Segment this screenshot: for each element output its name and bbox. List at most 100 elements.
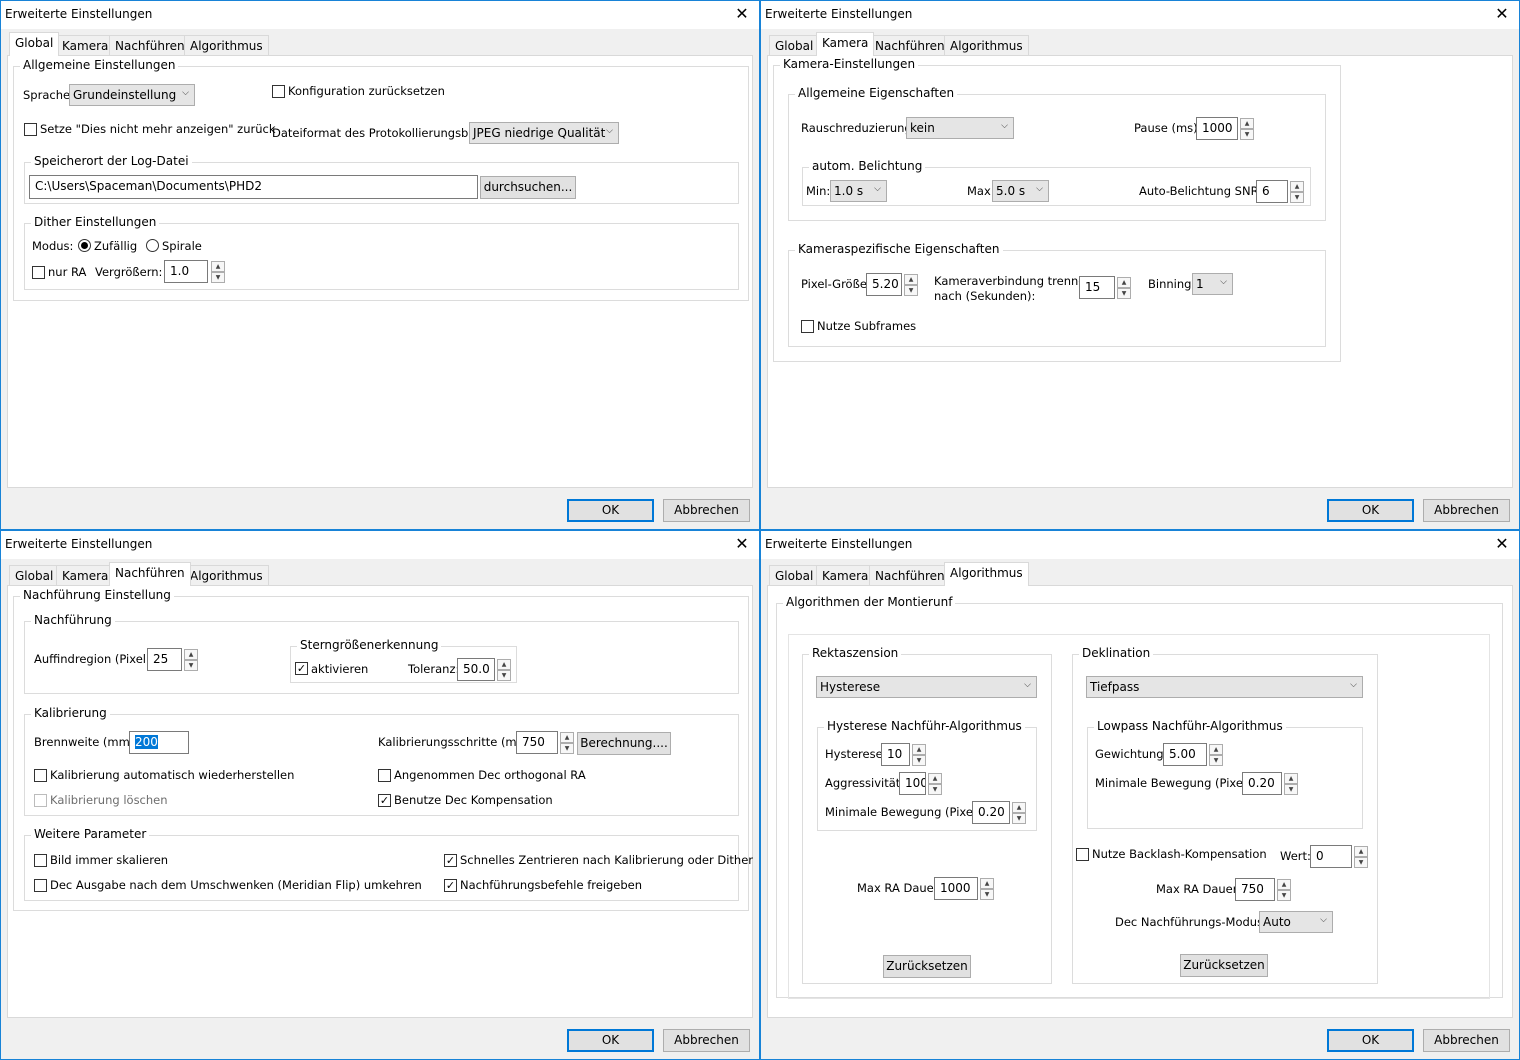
tab-camera[interactable]: Kamera	[56, 565, 115, 585]
weight-input[interactable]: 5.00	[1163, 743, 1207, 766]
spin-down-icon[interactable]: ▼	[1012, 813, 1026, 824]
cancel-button[interactable]: Abbrechen	[663, 1029, 750, 1052]
tab-algorithm[interactable]: Algorithmus	[944, 35, 1029, 55]
noise-select[interactable]: kein ⌵	[906, 117, 1014, 139]
snr-input[interactable]: 6	[1256, 180, 1288, 203]
tab-global[interactable]: Global	[9, 32, 60, 56]
backlash-value-input[interactable]: 0	[1310, 845, 1352, 868]
tab-global[interactable]: Global	[769, 35, 820, 55]
spin-down-icon[interactable]: ▼	[928, 784, 942, 795]
reset-config-checkbox[interactable]	[272, 85, 285, 98]
reset-dontshow-checkbox[interactable]	[24, 123, 37, 136]
close-icon[interactable]: ✕	[1491, 4, 1513, 24]
ra-minmove-input[interactable]: 0.20	[972, 801, 1010, 824]
spin-up-icon[interactable]: ▲	[184, 649, 198, 660]
assume-ortho-checkbox[interactable]	[378, 769, 391, 782]
language-select[interactable]: Grundeinstellung ⌵	[69, 84, 195, 106]
log-path-input[interactable]: C:\Users\Spaceman\Documents\PHD2	[29, 175, 478, 199]
min-select[interactable]: 1.0 s ⌵	[830, 180, 887, 202]
spin-down-icon[interactable]: ▼	[1240, 129, 1254, 140]
star-mass-enable-checkbox[interactable]: ✓	[295, 662, 308, 675]
spin-down-icon[interactable]: ▼	[1209, 755, 1223, 766]
calib-step-spinner[interactable]: ▲ ▼	[560, 732, 574, 754]
tab-guiding[interactable]: Nachführen	[869, 35, 951, 55]
snr-spinner[interactable]: ▲ ▼	[1290, 181, 1304, 203]
focal-length-input[interactable]: 200	[129, 731, 189, 754]
spin-up-icon[interactable]: ▲	[928, 773, 942, 784]
spin-up-icon[interactable]: ▲	[1209, 744, 1223, 755]
search-region-spinner[interactable]: ▲ ▼	[184, 649, 198, 671]
disconnect-input[interactable]: 15	[1079, 276, 1115, 299]
spin-up-icon[interactable]: ▲	[1284, 773, 1298, 784]
spin-down-icon[interactable]: ▼	[1354, 857, 1368, 868]
binning-select[interactable]: 1 ⌵	[1192, 273, 1233, 295]
ra-minmove-spinner[interactable]: ▲ ▼	[1012, 802, 1026, 824]
aggressiveness-input[interactable]: 100	[899, 772, 926, 795]
tab-camera[interactable]: Kamera	[56, 35, 115, 55]
cancel-button[interactable]: Abbrechen	[1423, 1029, 1510, 1052]
ra-algorithm-select[interactable]: Hysterese ⌵	[816, 676, 1037, 698]
spin-down-icon[interactable]: ▼	[1117, 288, 1131, 299]
spin-down-icon[interactable]: ▼	[904, 285, 918, 296]
spin-up-icon[interactable]: ▲	[904, 274, 918, 285]
tab-camera[interactable]: Kamera	[816, 565, 875, 585]
mode-random-radio[interactable]	[78, 239, 91, 252]
spin-down-icon[interactable]: ▼	[980, 889, 994, 900]
spin-down-icon[interactable]: ▼	[211, 272, 225, 283]
spin-down-icon[interactable]: ▼	[912, 755, 926, 766]
spin-up-icon[interactable]: ▲	[1012, 802, 1026, 813]
scale-spinner[interactable]: ▲ ▼	[211, 261, 225, 283]
dec-minmove-input[interactable]: 0.20	[1242, 772, 1282, 795]
spin-up-icon[interactable]: ▲	[1277, 879, 1291, 890]
backlash-checkbox[interactable]	[1076, 848, 1089, 861]
tab-global[interactable]: Global	[9, 565, 60, 585]
ok-button[interactable]: OK	[567, 499, 654, 522]
spin-up-icon[interactable]: ▲	[1290, 181, 1304, 192]
ok-button[interactable]: OK	[1327, 1029, 1414, 1052]
enable-commands-checkbox[interactable]: ✓	[444, 879, 457, 892]
auto-restore-checkbox[interactable]	[34, 769, 47, 782]
tab-guiding[interactable]: Nachführen	[109, 35, 191, 55]
spin-up-icon[interactable]: ▲	[980, 878, 994, 889]
ok-button[interactable]: OK	[567, 1029, 654, 1052]
close-icon[interactable]: ✕	[731, 534, 753, 554]
spin-down-icon[interactable]: ▼	[1284, 784, 1298, 795]
spin-up-icon[interactable]: ▲	[211, 261, 225, 272]
spin-up-icon[interactable]: ▲	[497, 659, 511, 670]
close-icon[interactable]: ✕	[731, 4, 753, 24]
spin-down-icon[interactable]: ▼	[184, 660, 198, 671]
browse-button[interactable]: durchsuchen...	[480, 176, 576, 199]
hysteresis-spinner[interactable]: ▲ ▼	[912, 744, 926, 766]
aggressiveness-spinner[interactable]: ▲ ▼	[928, 773, 942, 795]
spin-up-icon[interactable]: ▲	[1354, 846, 1368, 857]
calculate-button[interactable]: Berechnung....	[577, 732, 671, 755]
reverse-dec-checkbox[interactable]	[34, 879, 47, 892]
spin-up-icon[interactable]: ▲	[1240, 118, 1254, 129]
hysteresis-input[interactable]: 10	[881, 743, 910, 766]
dec-comp-checkbox[interactable]: ✓	[378, 794, 391, 807]
tab-algorithm[interactable]: Algorithmus	[944, 562, 1029, 586]
ra-only-checkbox[interactable]	[32, 266, 45, 279]
weight-spinner[interactable]: ▲ ▼	[1209, 744, 1223, 766]
disconnect-spinner[interactable]: ▲ ▼	[1117, 277, 1131, 299]
ra-max-duration-spinner[interactable]: ▲ ▼	[980, 878, 994, 900]
logimage-select[interactable]: JPEG niedrige Qualität ⌵	[469, 122, 619, 144]
backlash-value-spinner[interactable]: ▲ ▼	[1354, 846, 1368, 868]
tab-guiding[interactable]: Nachführen	[869, 565, 951, 585]
tab-algorithm[interactable]: Algorithmus	[184, 565, 269, 585]
search-region-input[interactable]: 25	[147, 648, 182, 671]
ra-max-duration-input[interactable]: 1000	[934, 877, 978, 900]
dec-algorithm-select[interactable]: Tiefpass ⌵	[1086, 676, 1363, 698]
spin-down-icon[interactable]: ▼	[497, 670, 511, 681]
fast-recenter-checkbox[interactable]: ✓	[444, 854, 457, 867]
always-scale-checkbox[interactable]	[34, 854, 47, 867]
tab-global[interactable]: Global	[769, 565, 820, 585]
spin-up-icon[interactable]: ▲	[560, 732, 574, 743]
spin-down-icon[interactable]: ▼	[1277, 890, 1291, 901]
tolerance-input[interactable]: 50.0	[457, 658, 495, 681]
spin-up-icon[interactable]: ▲	[1117, 277, 1131, 288]
calib-step-input[interactable]: 750	[516, 731, 558, 754]
mode-spiral-radio[interactable]	[146, 239, 159, 252]
dec-max-duration-spinner[interactable]: ▲ ▼	[1277, 879, 1291, 901]
pixel-size-spinner[interactable]: ▲ ▼	[904, 274, 918, 296]
